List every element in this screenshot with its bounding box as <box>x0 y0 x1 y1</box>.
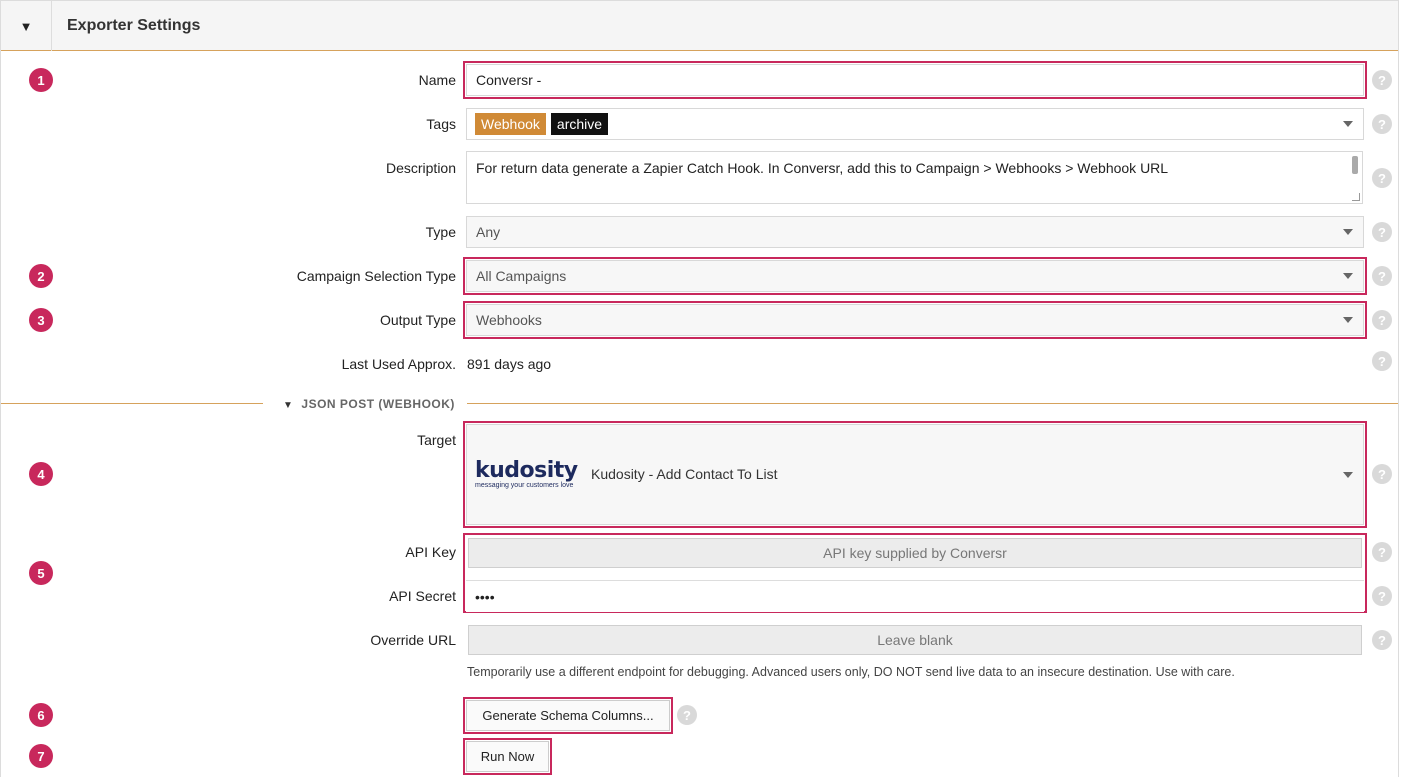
step-badge-3: 3 <box>29 308 53 332</box>
chevron-down-icon[interactable] <box>1343 471 1353 478</box>
section-title-text: JSON POST (WEBHOOK) <box>301 397 455 411</box>
step-badge-2: 2 <box>29 264 53 288</box>
description-label: Description <box>385 160 456 176</box>
api-secret-label: API Secret <box>389 588 456 604</box>
chevron-down-icon[interactable] <box>1343 317 1353 323</box>
output-type-value: Webhooks <box>476 312 542 328</box>
output-type-select[interactable]: Webhooks <box>463 301 1367 339</box>
tags-label: Tags <box>426 116 456 132</box>
section-divider-left <box>1 403 263 404</box>
description-textarea[interactable]: For return data generate a Zapier Catch … <box>466 151 1363 204</box>
override-url-label: Override URL <box>370 632 456 648</box>
campaign-selection-help-icon[interactable]: ? <box>1372 266 1392 286</box>
step-badge-5: 5 <box>29 561 53 585</box>
last-used-label: Last Used Approx. <box>341 356 456 372</box>
api-secret-value: •••• <box>475 588 495 605</box>
campaign-selection-type-value: All Campaigns <box>476 268 567 284</box>
chevron-down-icon[interactable] <box>1343 229 1353 235</box>
target-label: Target <box>417 432 456 448</box>
run-now-button[interactable]: Run Now <box>463 738 552 775</box>
api-key-placeholder: API key supplied by Conversr <box>823 545 1007 561</box>
api-key-input[interactable]: API key supplied by Conversr <box>468 538 1362 568</box>
chevron-down-icon[interactable] <box>1343 121 1353 127</box>
kudosity-logo-tagline: messaging your customers love <box>475 482 574 489</box>
step-badge-7: 7 <box>29 744 53 768</box>
target-select[interactable]: kudosity messaging your customers love K… <box>463 421 1367 528</box>
override-url-placeholder: Leave blank <box>877 632 953 648</box>
section-title[interactable]: ▼ JSON POST (WEBHOOK) <box>283 397 455 411</box>
resize-handle-icon[interactable] <box>1352 193 1360 201</box>
tag-webhook[interactable]: Webhook <box>475 113 546 135</box>
section-divider-right <box>467 403 1398 404</box>
target-value: Kudosity - Add Contact To List <box>591 466 778 482</box>
textarea-scrollbar[interactable] <box>1352 156 1358 174</box>
last-used-help-icon[interactable]: ? <box>1372 351 1392 371</box>
override-url-input[interactable]: Leave blank <box>468 625 1362 655</box>
panel-title: Exporter Settings <box>67 17 201 34</box>
name-label: Name <box>418 72 456 88</box>
output-type-help-icon[interactable]: ? <box>1372 310 1392 330</box>
tags-help-icon[interactable]: ? <box>1372 114 1392 134</box>
type-help-icon[interactable]: ? <box>1372 222 1392 242</box>
kudosity-logo: kudosity messaging your customers love <box>475 460 579 490</box>
output-type-label: Output Type <box>379 312 456 328</box>
step-badge-6: 6 <box>29 703 53 727</box>
name-input[interactable]: Conversr - <box>463 61 1367 99</box>
generate-schema-button[interactable]: Generate Schema Columns... <box>463 697 673 734</box>
api-secret-input[interactable]: •••• <box>466 580 1364 612</box>
description-value: For return data generate a Zapier Catch … <box>476 160 1169 176</box>
target-help-icon[interactable]: ? <box>1372 464 1392 484</box>
generate-schema-help-icon[interactable]: ? <box>677 705 697 725</box>
section-toggle-icon[interactable]: ▼ <box>283 400 293 411</box>
exporter-settings-panel: ▼ Exporter Settings 1 2 3 4 5 6 7 Name C… <box>0 0 1399 777</box>
collapse-toggle-icon[interactable]: ▼ <box>1 1 52 51</box>
api-key-help-icon[interactable]: ? <box>1372 542 1392 562</box>
type-label: Type <box>425 224 456 240</box>
api-secret-help-icon[interactable]: ? <box>1372 586 1392 606</box>
last-used-value: 891 days ago <box>467 356 552 372</box>
campaign-selection-type-label: Campaign Selection Type <box>296 268 456 284</box>
kudosity-logo-word: kudosity <box>475 458 578 483</box>
description-help-icon[interactable]: ? <box>1372 168 1392 188</box>
campaign-selection-type-select[interactable]: All Campaigns <box>463 257 1367 295</box>
name-value: Conversr - <box>476 72 542 88</box>
step-badge-1: 1 <box>29 68 53 92</box>
api-key-label: API Key <box>405 544 456 560</box>
tag-archive[interactable]: archive <box>550 113 609 135</box>
override-url-help-icon[interactable]: ? <box>1372 630 1392 650</box>
tags-select[interactable]: Webhook archive <box>466 108 1364 140</box>
panel-header: ▼ Exporter Settings <box>1 1 1398 51</box>
override-url-hint: Temporarily use a different endpoint for… <box>467 665 1235 679</box>
step-badge-4: 4 <box>29 462 53 486</box>
name-help-icon[interactable]: ? <box>1372 70 1392 90</box>
type-select[interactable]: Any <box>466 216 1364 248</box>
chevron-down-icon[interactable] <box>1343 273 1353 279</box>
type-value: Any <box>476 224 501 240</box>
